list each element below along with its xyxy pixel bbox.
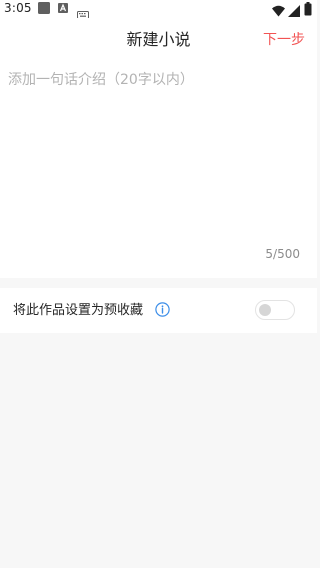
next-step-button[interactable]: 下一步 [263,30,305,50]
new-novel-screen: 3:05 新建小说 下一步 添加一句话介绍（20字以内） 5/500 将此作品设… [0,0,317,568]
info-icon[interactable] [155,302,170,317]
pre-collection-label: 将此作品设置为预收藏 [13,303,144,318]
intro-panel: 5/500 [0,62,317,278]
app-notification-icon [38,2,50,14]
keyboard-icon [77,4,89,19]
intro-input[interactable] [8,70,308,230]
pre-collection-row: 将此作品设置为预收藏 [0,288,317,333]
status-bar: 3:05 [0,0,317,19]
a-notification-icon [58,3,68,13]
status-time: 3:05 [4,1,32,15]
app-header: 新建小说 下一步 [0,18,317,62]
toggle-knob [259,304,271,316]
char-counter: 5/500 [265,247,300,261]
pre-collection-toggle[interactable] [255,300,295,320]
